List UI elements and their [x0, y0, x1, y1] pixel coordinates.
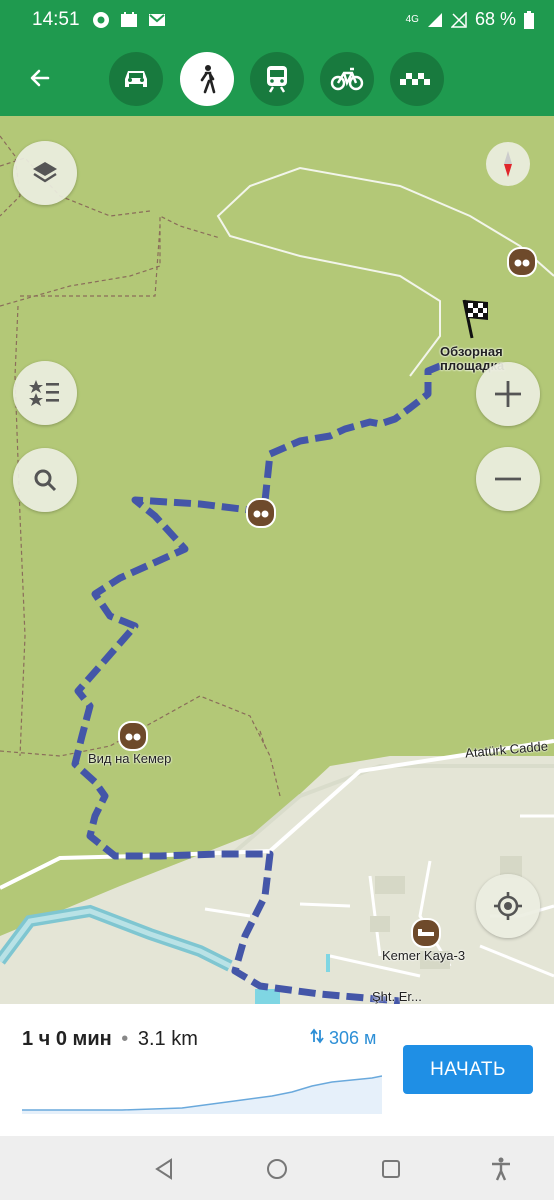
accessibility-button[interactable] [488, 1156, 514, 1182]
mode-taxi-button[interactable] [390, 52, 444, 106]
compass-button[interactable] [486, 142, 530, 186]
pedestrian-icon [200, 65, 216, 94]
elevation-arrows-icon [310, 1028, 324, 1044]
layers-button[interactable] [13, 141, 77, 205]
map-view[interactable]: Обзорная площадка Вид на Кемер Kemer Kay… [0, 116, 554, 1004]
mode-walk-button[interactable] [180, 52, 234, 106]
hotel-poi[interactable] [411, 918, 441, 948]
route-distance: 3.1 km [137, 1028, 198, 1050]
place-label: Kemer Kaya-3 [382, 948, 466, 963]
back-button[interactable] [20, 58, 60, 98]
mode-transit-button[interactable] [250, 52, 304, 106]
battery-icon [524, 10, 534, 29]
status-time: 14:51 [32, 9, 80, 30]
status-bar: 14:51 4G 68 % [0, 0, 554, 42]
bicycle-icon [330, 67, 364, 91]
summary-separator: • [121, 1028, 129, 1050]
route-summary: 1 ч 0 мин • 3.1 km [22, 1028, 198, 1051]
gmail-icon [149, 14, 165, 26]
elevation-profile-chart [22, 1075, 382, 1114]
layers-icon [33, 162, 57, 183]
viewpoint-kemer-poi[interactable] [118, 721, 148, 751]
binoculars-icon [253, 510, 269, 518]
search-icon [34, 469, 57, 492]
circle-home-icon [267, 1159, 287, 1179]
zoom-out-button[interactable] [476, 447, 540, 511]
urban-area [0, 756, 554, 1004]
nav-home-button[interactable] [264, 1156, 290, 1182]
crosshair-icon [494, 892, 522, 920]
start-navigation-button[interactable]: НАЧАТЬ [403, 1045, 533, 1094]
viewpoint-poi[interactable] [246, 498, 276, 528]
system-nav-bar [0, 1136, 554, 1200]
notification-icons [92, 11, 166, 29]
status-right: 4G 68 % [406, 9, 534, 30]
signal-icon [427, 12, 442, 27]
no-signal-icon [450, 11, 467, 28]
square-recents-icon [382, 1160, 400, 1178]
binoculars-icon [514, 259, 530, 267]
arrow-left-icon [30, 69, 50, 87]
search-button[interactable] [13, 448, 77, 512]
triangle-back-icon [155, 1158, 172, 1180]
elevation-value: 306 м [329, 1028, 377, 1048]
mode-bike-button[interactable] [320, 52, 374, 106]
train-icon [267, 66, 287, 93]
zoom-in-button[interactable] [476, 362, 540, 426]
accessibility-icon [492, 1157, 510, 1181]
nav-recents-button[interactable] [378, 1156, 404, 1182]
bookmarks-button[interactable] [13, 361, 77, 425]
mode-car-button[interactable] [109, 52, 163, 106]
calendar-icon [121, 12, 137, 27]
plus-icon [495, 381, 521, 407]
battery-percent: 68 % [474, 9, 516, 29]
map-canvas [0, 135, 554, 1004]
minus-icon [495, 477, 521, 481]
compass-icon [504, 151, 512, 177]
routing-toolbar [0, 42, 554, 116]
elevation-gain: 306 м [310, 1028, 376, 1049]
binoculars-icon [125, 733, 141, 741]
route-duration: 1 ч 0 мин [22, 1028, 112, 1050]
route-summary-panel: 1 ч 0 мин • 3.1 km 306 м НАЧАТЬ [0, 1004, 554, 1136]
chrome-icon [93, 12, 109, 28]
street-label: Şht. Er... [372, 989, 422, 1004]
viewpoint-kemer-label: Вид на Кемер [88, 751, 172, 766]
network-label: 4G [405, 14, 419, 25]
destination-flag-icon [462, 299, 488, 339]
star-list-icon [29, 380, 59, 406]
nav-back-button[interactable] [151, 1156, 177, 1182]
taxi-icon [400, 73, 430, 85]
bed-icon [418, 929, 434, 936]
viewpoint-poi-ne[interactable] [507, 247, 537, 277]
car-icon [125, 71, 147, 87]
my-location-button[interactable] [476, 874, 540, 938]
